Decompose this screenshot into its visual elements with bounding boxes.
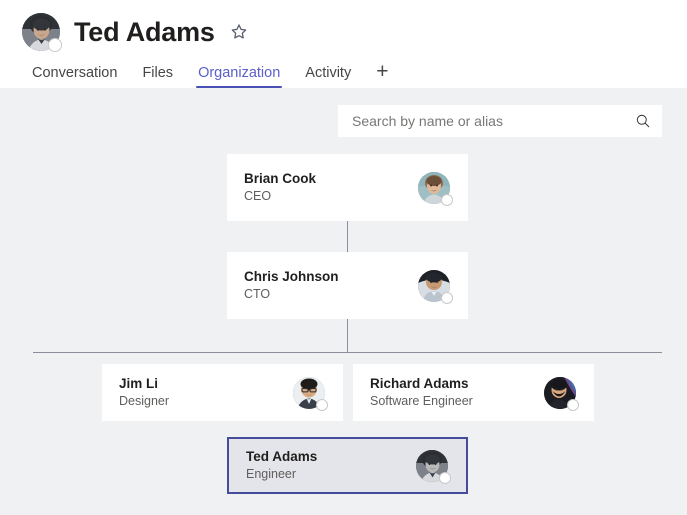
org-card-meta: Brian Cook CEO (244, 170, 418, 205)
tab-conversation[interactable]: Conversation (32, 65, 117, 88)
org-card-role: CEO (244, 189, 272, 203)
org-card-role: CTO (244, 287, 271, 301)
organization-content: Brian Cook CEO (0, 88, 687, 515)
org-card-name: Ted Adams (246, 449, 318, 464)
page-title: Ted Adams (74, 16, 215, 47)
presence-indicator (441, 291, 453, 304)
org-card-role: Engineer (246, 467, 297, 481)
star-outline-icon[interactable] (227, 20, 251, 44)
org-card-name: Brian Cook (244, 171, 317, 186)
org-card-ted-adams[interactable]: Ted Adams Engineer (227, 437, 468, 494)
org-card-name: Jim Li (119, 376, 159, 391)
tab-bar: Conversation Files Organization Activity… (32, 58, 388, 88)
connector-chris-bus (347, 319, 348, 352)
presence-indicator (316, 398, 328, 411)
org-chart: Brian Cook CEO Chris Johnson CTO Jim Li … (0, 88, 687, 515)
org-card-avatar[interactable] (293, 376, 328, 411)
org-card-jim-li[interactable]: Jim Li Designer (102, 364, 343, 421)
presence-indicator (567, 398, 579, 411)
org-card-role: Designer (119, 394, 170, 408)
presence-indicator (439, 471, 451, 484)
org-card-brian-cook[interactable]: Brian Cook CEO (227, 154, 468, 221)
org-card-avatar[interactable] (418, 171, 453, 206)
org-card-chris-johnson[interactable]: Chris Johnson CTO (227, 252, 468, 319)
org-card-richard-adams[interactable]: Richard Adams Software Engineer (353, 364, 594, 421)
org-card-meta: Richard Adams Software Engineer (370, 375, 544, 410)
presence-indicator (441, 193, 453, 206)
org-card-avatar[interactable] (418, 269, 453, 304)
org-card-role: Software Engineer (370, 394, 473, 408)
tab-organization[interactable]: Organization (196, 65, 283, 88)
tab-files[interactable]: Files (142, 65, 173, 88)
add-tab-button[interactable]: + (376, 61, 388, 88)
tab-activity[interactable]: Activity (305, 65, 351, 88)
title-row: Ted Adams (22, 8, 251, 56)
page-header: Ted Adams Conversation Files Organizatio… (0, 0, 687, 89)
presence-indicator (48, 38, 62, 52)
header-avatar[interactable] (22, 13, 62, 52)
org-card-name: Richard Adams (370, 376, 469, 391)
org-card-meta: Ted Adams Engineer (246, 448, 416, 483)
org-card-name: Chris Johnson (244, 269, 339, 284)
org-card-avatar[interactable] (416, 449, 451, 484)
org-card-meta: Jim Li Designer (119, 375, 293, 410)
org-card-avatar[interactable] (544, 376, 579, 411)
connector-horizontal-bus (33, 352, 662, 353)
org-card-meta: Chris Johnson CTO (244, 268, 418, 303)
